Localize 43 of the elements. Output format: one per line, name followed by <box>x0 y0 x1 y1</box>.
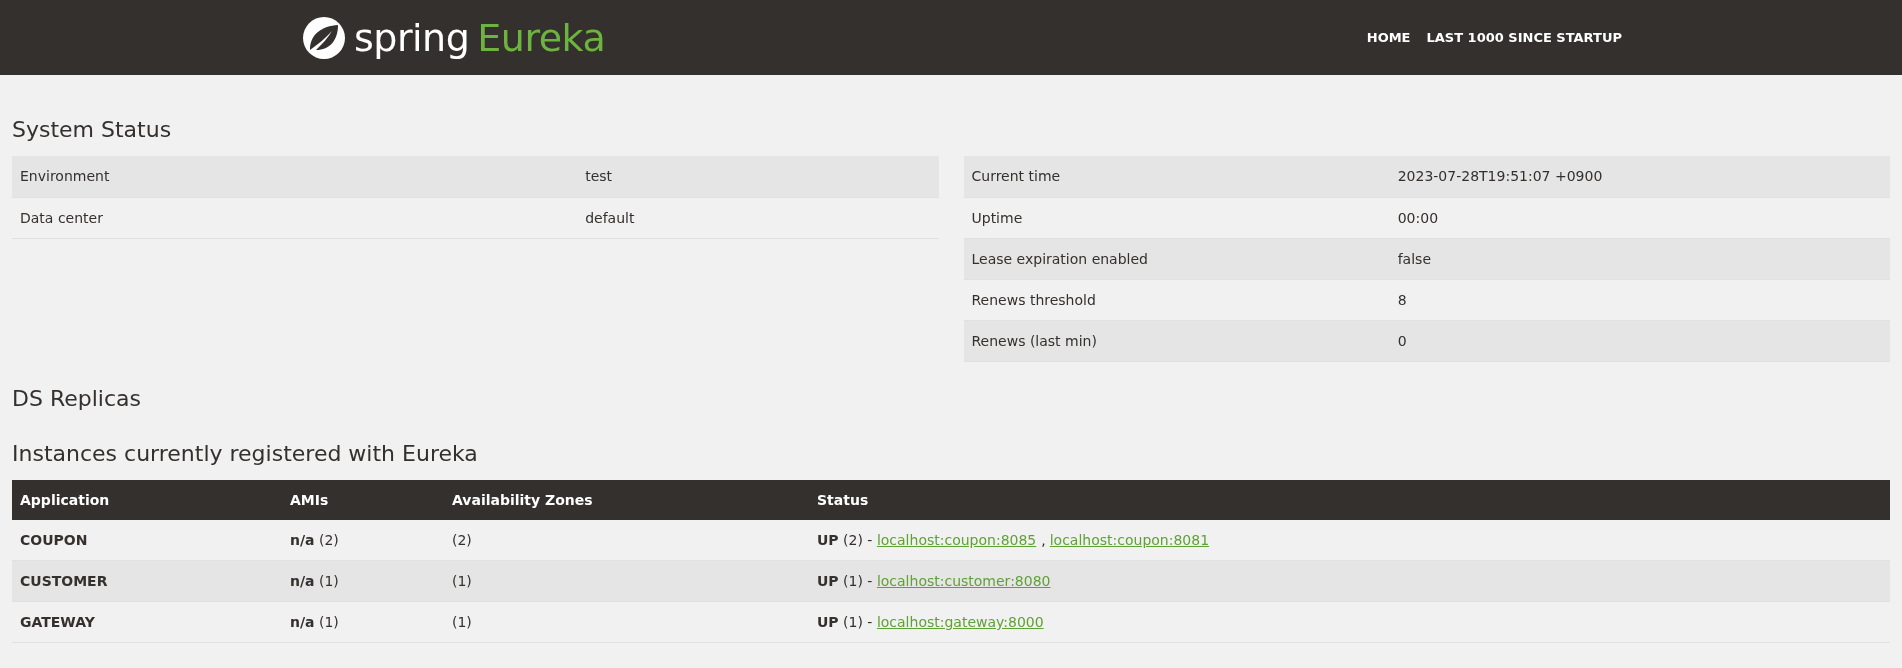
leaf-logo-icon <box>302 15 346 60</box>
status-label: Lease expiration enabled <box>963 238 1390 279</box>
column-header: Status <box>809 479 1890 520</box>
status-value: 2023-07-28T19:51:07 +0900 <box>1389 156 1890 197</box>
application-cell: GATEWAY <box>12 601 282 643</box>
status-label: Environment <box>12 156 578 197</box>
status-label: Renews threshold <box>963 279 1390 320</box>
status-value: false <box>1389 238 1890 279</box>
instance-link[interactable]: localhost:customer:8080 <box>876 573 1051 589</box>
instance-link[interactable]: localhost:coupon:8085 <box>876 531 1037 548</box>
status-value: default <box>577 197 939 238</box>
status-label: Current time <box>963 156 1390 197</box>
column-header: Application <box>12 479 282 520</box>
section-title: DS Replicas <box>12 385 142 411</box>
section-title: System Status <box>12 117 173 142</box>
zones-cell: (2) <box>444 519 809 561</box>
status-label: Uptime <box>963 197 1390 238</box>
amis-cell: n/a (1) <box>282 560 444 602</box>
amis-cell: n/a (2) <box>282 519 444 561</box>
status-value: 8 <box>1389 279 1890 320</box>
section-title: Instances currently registered with Eureka <box>12 440 479 466</box>
status-value: 0 <box>1389 320 1890 361</box>
link-separator: , <box>1041 531 1046 548</box>
column-header: Availability Zones <box>444 479 809 520</box>
column-header: AMIs <box>282 479 444 520</box>
application-cell: CUSTOMER <box>12 560 282 602</box>
nav-link[interactable]: HOME <box>1366 30 1411 45</box>
instance-link[interactable]: localhost:coupon:8081 <box>1049 531 1210 548</box>
product-name: Eureka <box>477 15 606 60</box>
status-label: Data center <box>12 197 578 238</box>
status-value: 00:00 <box>1389 197 1890 238</box>
application-cell: COUPON <box>12 519 282 561</box>
status-value: test <box>577 156 939 197</box>
status-text: UP (2) - <box>817 531 873 548</box>
nav-link[interactable]: LAST 1000 SINCE STARTUP <box>1426 30 1622 45</box>
zones-cell: (1) <box>444 601 809 643</box>
amis-cell: n/a (1) <box>282 601 444 643</box>
instance-link[interactable]: localhost:gateway:8000 <box>876 614 1044 630</box>
status-text: UP (1) - <box>817 573 873 589</box>
brand-name: spring <box>354 15 470 60</box>
status-text: UP (1) - <box>817 614 873 630</box>
status-label: Renews (last min) <box>963 320 1390 361</box>
zones-cell: (1) <box>444 560 809 602</box>
